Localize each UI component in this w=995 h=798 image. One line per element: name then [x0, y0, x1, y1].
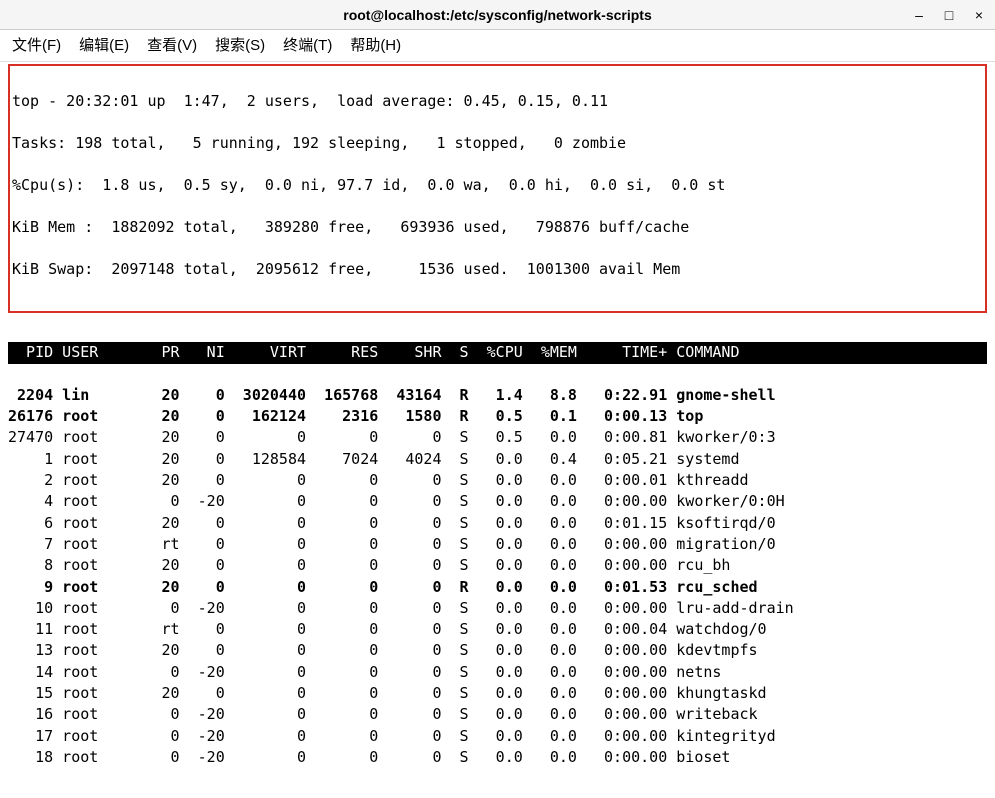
- window-controls: – □ ×: [911, 0, 987, 29]
- process-row: 7 root rt 0 0 0 0 S 0.0 0.0 0:00.00 migr…: [8, 534, 987, 555]
- process-table-header: PID USER PR NI VIRT RES SHR S %CPU %MEM …: [8, 342, 987, 363]
- process-row: 8 root 20 0 0 0 0 S 0.0 0.0 0:00.00 rcu_…: [8, 555, 987, 576]
- menu-terminal[interactable]: 终端(T): [283, 34, 332, 55]
- menu-search[interactable]: 搜索(S): [215, 34, 265, 55]
- process-table-body: 2204 lin 20 0 3020440 165768 43164 R 1.4…: [8, 385, 987, 768]
- process-row: 1 root 20 0 128584 7024 4024 S 0.0 0.4 0…: [8, 449, 987, 470]
- top-cpu-line: %Cpu(s): 1.8 us, 0.5 sy, 0.0 ni, 97.7 id…: [12, 175, 983, 196]
- menubar: 文件(F) 编辑(E) 查看(V) 搜索(S) 终端(T) 帮助(H): [0, 30, 995, 62]
- minimize-icon[interactable]: –: [911, 7, 927, 23]
- process-row: 18 root 0 -20 0 0 0 S 0.0 0.0 0:00.00 bi…: [8, 747, 987, 768]
- top-uptime-line: top - 20:32:01 up 1:47, 2 users, load av…: [12, 91, 983, 112]
- process-row: 14 root 0 -20 0 0 0 S 0.0 0.0 0:00.00 ne…: [8, 662, 987, 683]
- maximize-icon[interactable]: □: [941, 7, 957, 23]
- menu-help[interactable]: 帮助(H): [350, 34, 401, 55]
- process-row: 9 root 20 0 0 0 0 R 0.0 0.0 0:01.53 rcu_…: [8, 577, 987, 598]
- process-row: 13 root 20 0 0 0 0 S 0.0 0.0 0:00.00 kde…: [8, 640, 987, 661]
- process-row: 15 root 20 0 0 0 0 S 0.0 0.0 0:00.00 khu…: [8, 683, 987, 704]
- process-row: 26176 root 20 0 162124 2316 1580 R 0.5 0…: [8, 406, 987, 427]
- window-title: root@localhost:/etc/sysconfig/network-sc…: [343, 7, 652, 23]
- top-swap-line: KiB Swap: 2097148 total, 2095612 free, 1…: [12, 259, 983, 280]
- process-row: 4 root 0 -20 0 0 0 S 0.0 0.0 0:00.00 kwo…: [8, 491, 987, 512]
- menu-file[interactable]: 文件(F): [12, 34, 61, 55]
- top-mem-line: KiB Mem : 1882092 total, 389280 free, 69…: [12, 217, 983, 238]
- process-row: 27470 root 20 0 0 0 0 S 0.5 0.0 0:00.81 …: [8, 427, 987, 448]
- menu-view[interactable]: 查看(V): [147, 34, 197, 55]
- process-table: PID USER PR NI VIRT RES SHR S %CPU %MEM …: [8, 321, 987, 790]
- close-icon[interactable]: ×: [971, 7, 987, 23]
- top-summary-region: top - 20:32:01 up 1:47, 2 users, load av…: [8, 64, 987, 313]
- process-row: 16 root 0 -20 0 0 0 S 0.0 0.0 0:00.00 wr…: [8, 704, 987, 725]
- process-row: 2 root 20 0 0 0 0 S 0.0 0.0 0:00.01 kthr…: [8, 470, 987, 491]
- top-tasks-line: Tasks: 198 total, 5 running, 192 sleepin…: [12, 133, 983, 154]
- window-titlebar: root@localhost:/etc/sysconfig/network-sc…: [0, 0, 995, 30]
- process-row: 11 root rt 0 0 0 0 S 0.0 0.0 0:00.04 wat…: [8, 619, 987, 640]
- process-row: 10 root 0 -20 0 0 0 S 0.0 0.0 0:00.00 lr…: [8, 598, 987, 619]
- menu-edit[interactable]: 编辑(E): [79, 34, 129, 55]
- process-row: 2204 lin 20 0 3020440 165768 43164 R 1.4…: [8, 385, 987, 406]
- process-row: 6 root 20 0 0 0 0 S 0.0 0.0 0:01.15 ksof…: [8, 513, 987, 534]
- process-row: 17 root 0 -20 0 0 0 S 0.0 0.0 0:00.00 ki…: [8, 726, 987, 747]
